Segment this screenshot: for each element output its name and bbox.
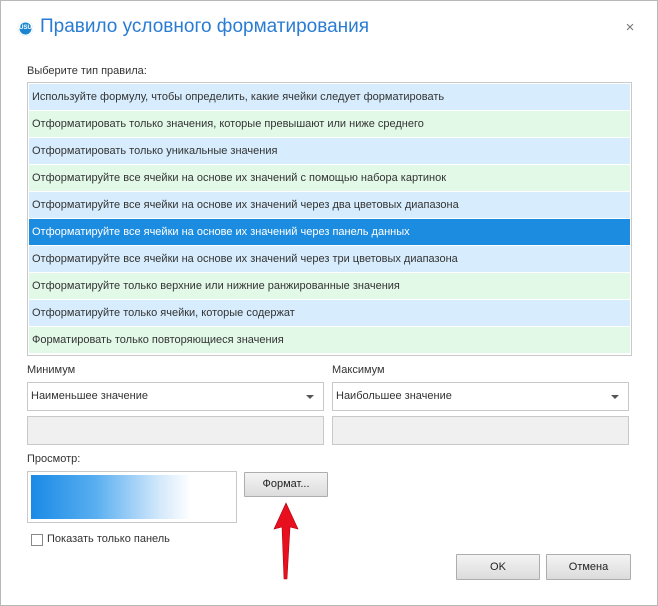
- rule-type-item-top-bottom[interactable]: Отформатируйте только верхние или нижние…: [29, 273, 630, 299]
- maximum-type-select[interactable]: Наибольшее значение: [332, 382, 629, 411]
- minimum-type-value: Наименьшее значение: [31, 390, 148, 402]
- rule-type-item-formula[interactable]: Используйте формулу, чтобы определить, к…: [29, 84, 630, 110]
- show-bar-only-label: Показать только панель: [47, 533, 170, 545]
- minimum-type-select[interactable]: Наименьшее значение: [27, 382, 324, 411]
- conditional-format-dialog: USU Правило условного форматирования × В…: [0, 0, 658, 606]
- maximum-value-input[interactable]: [332, 416, 629, 445]
- rule-type-item-icon-set[interactable]: Отформатируйте все ячейки на основе их з…: [29, 165, 630, 191]
- red-arrow-annotation-icon: [273, 502, 299, 580]
- ok-button[interactable]: OK: [456, 554, 540, 580]
- rule-type-item-duplicate-values[interactable]: Форматировать только повторяющиеся значе…: [29, 327, 630, 353]
- close-icon[interactable]: ×: [623, 20, 637, 35]
- format-button[interactable]: Формат...: [244, 472, 328, 497]
- maximum-label: Максимум: [332, 364, 385, 376]
- rule-type-item-cells-containing[interactable]: Отформатируйте только ячейки, которые со…: [29, 300, 630, 326]
- title-bar: USU Правило условного форматирования ×: [1, 1, 657, 53]
- rule-type-item-unique-values[interactable]: Отформатировать только уникальные значен…: [29, 138, 630, 164]
- chevron-down-icon: [306, 395, 314, 399]
- usu-logo-icon: USU: [18, 21, 33, 36]
- data-bar-gradient: [31, 475, 191, 519]
- rule-type-item-data-bar[interactable]: Отформатируйте все ячейки на основе их з…: [29, 219, 630, 245]
- rule-type-item-above-below-average[interactable]: Отформатировать только значения, которые…: [29, 111, 630, 137]
- data-bar-preview: [27, 471, 237, 523]
- rule-type-label: Выберите тип правила:: [27, 65, 147, 77]
- rule-type-item-two-color-scale[interactable]: Отформатируйте все ячейки на основе их з…: [29, 192, 630, 218]
- chevron-down-icon: [611, 395, 619, 399]
- minimum-value-input[interactable]: [27, 416, 324, 445]
- show-bar-only-checkbox[interactable]: [31, 534, 43, 546]
- maximum-type-value: Наибольшее значение: [336, 390, 452, 402]
- preview-label: Просмотр:: [27, 453, 81, 465]
- rule-type-list[interactable]: Используйте формулу, чтобы определить, к…: [27, 82, 632, 356]
- cancel-button[interactable]: Отмена: [546, 554, 631, 580]
- rule-type-item-three-color-scale[interactable]: Отформатируйте все ячейки на основе их з…: [29, 246, 630, 272]
- dialog-title: Правило условного форматирования: [40, 16, 370, 37]
- minimum-label: Минимум: [27, 364, 76, 376]
